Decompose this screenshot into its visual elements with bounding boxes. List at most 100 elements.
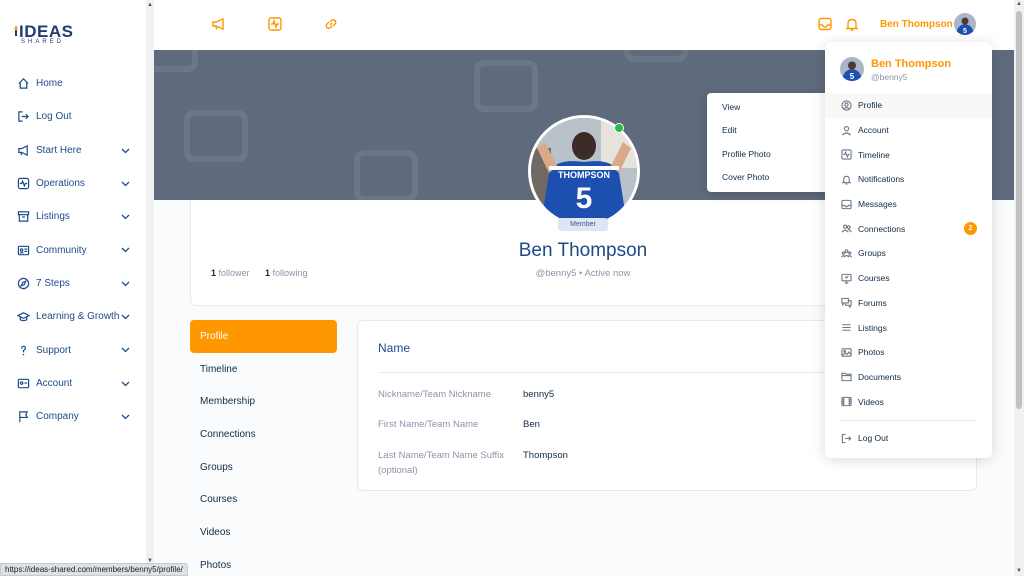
svg-text:THOMPSON: THOMPSON — [558, 170, 610, 180]
dropdown-item-photos[interactable]: Photos — [825, 340, 992, 365]
dropdown-item-connections[interactable]: Connections 2 — [825, 216, 992, 241]
menu-item-edit[interactable]: Edit — [707, 119, 831, 143]
dropdown-item-logout[interactable]: Log Out — [825, 426, 992, 451]
scroll-down-arrow-icon[interactable]: ▼ — [1016, 568, 1022, 574]
followers-count[interactable]: 1 follower — [211, 268, 250, 278]
folder-icon — [841, 371, 852, 382]
sidebar-item-logout[interactable]: Log Out — [0, 100, 146, 133]
menu-item-view[interactable]: View — [707, 95, 831, 119]
dropdown-item-documents[interactable]: Documents — [825, 365, 992, 390]
tab-courses[interactable]: Courses — [190, 483, 337, 516]
connections-count-badge: 2 — [964, 222, 977, 236]
dropdown-item-account[interactable]: Account — [825, 118, 992, 143]
tab-membership[interactable]: Membership — [190, 385, 337, 418]
monitor-icon — [841, 273, 852, 284]
header-user-name[interactable]: Ben Thompson — [880, 19, 953, 30]
dropdown-item-label: Courses — [858, 273, 890, 284]
dropdown-item-profile[interactable]: Profile — [825, 93, 992, 118]
tab-profile[interactable]: Profile — [190, 320, 337, 353]
dropdown-item-forums[interactable]: Forums — [825, 291, 992, 316]
tab-timeline[interactable]: Timeline — [190, 353, 337, 386]
tab-connections[interactable]: Connections — [190, 418, 337, 451]
chevron-down-icon[interactable] — [121, 146, 130, 155]
dropdown-avatar[interactable]: 5 — [840, 57, 864, 81]
dropdown-item-label: Messages — [858, 199, 897, 210]
graduation-icon — [16, 310, 30, 324]
inbox-icon[interactable] — [817, 16, 833, 32]
image-placeholder-icon — [624, 50, 688, 62]
sidebar-item-listings[interactable]: Listings — [0, 200, 146, 233]
sidebar-item-learning-growth[interactable]: Learning & Growth — [0, 300, 146, 333]
field-value: Thompson — [523, 450, 568, 461]
sidebar-item-7-steps[interactable]: 7 Steps — [0, 267, 146, 300]
divider — [378, 372, 858, 373]
svg-text:5: 5 — [576, 182, 593, 215]
scroll-up-arrow-icon[interactable]: ▲ — [1016, 1, 1022, 7]
dropdown-item-listings[interactable]: Listings — [825, 315, 992, 340]
following-count[interactable]: 1 following — [265, 268, 308, 278]
dropdown-item-messages[interactable]: Messages — [825, 192, 992, 217]
chevron-down-icon[interactable] — [121, 179, 130, 188]
field-label: Last Name/Team Name Suffix (optional) — [378, 450, 505, 476]
dropdown-item-label: Connections — [858, 223, 906, 234]
online-status-dot — [614, 123, 624, 133]
site-logo[interactable]: IDEAS SHARED — [13, 22, 73, 46]
profile-avatar[interactable]: THOMPSON 5 — [528, 115, 640, 227]
profile-tabs: Profile Timeline Membership Connections … — [190, 320, 337, 576]
link-status-bar: https://ideas-shared.com/members/benny5/… — [0, 563, 188, 576]
profile-handle-status: @benny5 • Active now — [535, 268, 631, 279]
dropdown-item-groups[interactable]: Groups — [825, 241, 992, 266]
panel-title: Name — [378, 341, 411, 355]
image-placeholder-icon — [474, 60, 538, 112]
sidebar-item-label: Company — [36, 411, 79, 423]
dropdown-item-timeline[interactable]: Timeline — [825, 142, 992, 167]
tab-photos[interactable]: Photos — [190, 549, 337, 576]
link-icon[interactable] — [323, 16, 339, 32]
chevron-down-icon[interactable] — [121, 245, 130, 254]
dropdown-item-courses[interactable]: Courses — [825, 266, 992, 291]
chevron-down-icon[interactable] — [121, 379, 130, 388]
film-icon — [841, 396, 852, 407]
scrollbar-thumb[interactable] — [1016, 11, 1022, 409]
field-value: Ben — [523, 419, 540, 430]
dropdown-item-label: Documents — [858, 371, 901, 382]
sidebar-item-account[interactable]: Account — [0, 367, 146, 400]
sidebar-item-start-here[interactable]: Start Here — [0, 134, 146, 167]
menu-item-profile-photo[interactable]: Profile Photo — [707, 142, 831, 166]
tab-videos[interactable]: Videos — [190, 516, 337, 549]
sidebar-scrollbar[interactable]: ▲ ▼ — [146, 0, 154, 576]
menu-item-cover-photo[interactable]: Cover Photo — [707, 166, 831, 190]
tab-groups[interactable]: Groups — [190, 451, 337, 484]
sidebar-item-label: Operations — [36, 178, 85, 190]
dropdown-item-label: Log Out — [858, 433, 889, 444]
profile-name: Ben Thompson — [518, 240, 648, 261]
sidebar-item-home[interactable]: Home — [0, 67, 146, 100]
chevron-down-icon[interactable] — [121, 279, 130, 288]
megaphone-icon[interactable] — [211, 16, 227, 32]
chevron-down-icon[interactable] — [121, 345, 130, 354]
svg-text:5: 5 — [850, 72, 855, 81]
dropdown-item-label: Groups — [858, 248, 886, 259]
scroll-up-arrow-icon[interactable]: ▲ — [147, 2, 153, 8]
pulse-icon[interactable] — [267, 16, 283, 32]
chevron-down-icon[interactable] — [121, 212, 130, 221]
page-scrollbar[interactable]: ▲ ▼ — [1014, 0, 1024, 576]
inbox-icon — [841, 199, 852, 210]
archive-icon — [16, 210, 30, 224]
sidebar-item-label: Learning & Growth — [36, 311, 120, 323]
sidebar-item-operations[interactable]: Operations — [0, 167, 146, 200]
dropdown-item-label: Profile — [858, 100, 883, 111]
chevron-down-icon[interactable] — [121, 312, 130, 321]
bell-icon[interactable] — [844, 16, 860, 32]
sidebar-item-label: Start Here — [36, 144, 82, 156]
sidebar-item-company[interactable]: Company — [0, 400, 146, 433]
header-avatar[interactable]: 5 — [954, 13, 976, 35]
id-card-icon — [16, 243, 30, 257]
chevron-down-icon[interactable] — [121, 412, 130, 421]
dropdown-item-videos[interactable]: Videos — [825, 389, 992, 414]
sidebar-item-community[interactable]: Community — [0, 233, 146, 266]
user-card-icon — [16, 376, 30, 390]
dropdown-user-name[interactable]: Ben Thompson — [871, 58, 951, 70]
sidebar-item-support[interactable]: Support — [0, 333, 146, 366]
dropdown-item-notifications[interactable]: Notifications — [825, 167, 992, 192]
